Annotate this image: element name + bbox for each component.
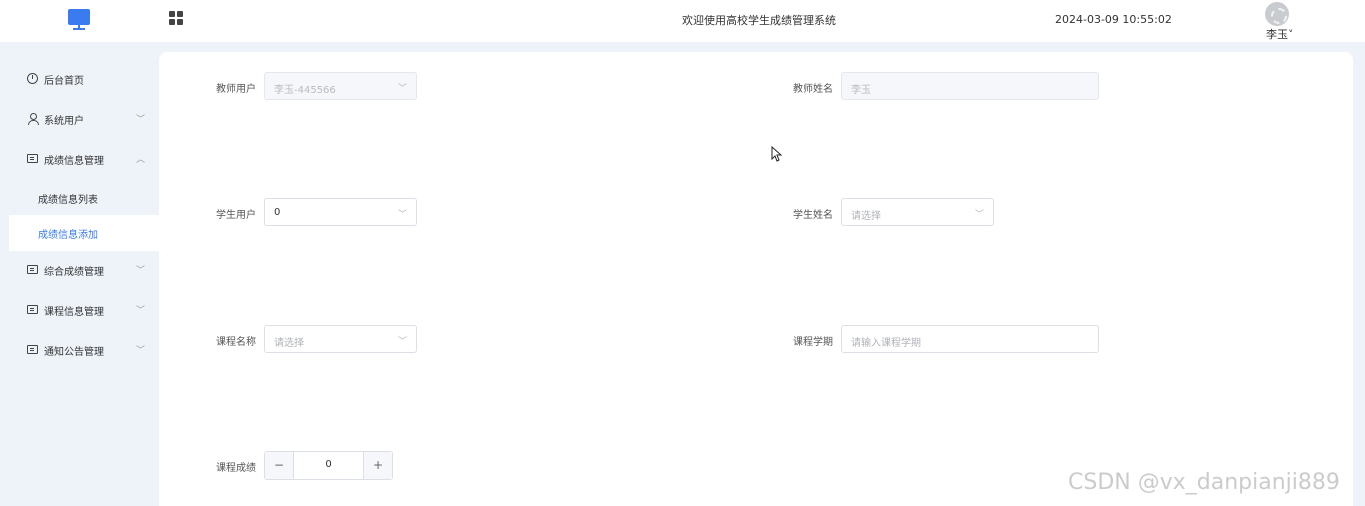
teacher-name-field: 李玉 — [841, 72, 1099, 100]
monitor-icon[interactable] — [68, 9, 90, 31]
course-name-select[interactable]: 请选择 ﹀ — [264, 325, 417, 353]
sidebar-item-overall-grades[interactable]: 综合成绩管理 ﹀ — [0, 251, 159, 291]
sidebar-item-grades[interactable]: 成绩信息管理 ︿ — [0, 140, 159, 180]
sidebar-item-label: 通知公告管理 — [44, 347, 104, 358]
course-term-label: 课程学期 — [793, 337, 833, 348]
student-name-label: 学生姓名 — [793, 210, 833, 221]
chevron-down-icon: ﹀ — [136, 115, 146, 125]
course-term-input[interactable]: 请输入课程学期 — [841, 325, 1099, 353]
card-icon — [27, 154, 38, 163]
sidebar-item-label: 后台首页 — [44, 76, 84, 87]
course-score-stepper: − 0 + — [264, 451, 393, 480]
sidebar-subitem-label: 成绩信息列表 — [38, 195, 98, 206]
user-icon — [27, 113, 39, 125]
teacher-user-value: 李玉-445566 — [274, 85, 336, 96]
sidebar-item-label: 综合成绩管理 — [44, 267, 104, 278]
top-bar: 欢迎使用高校学生成绩管理系统 2024-03-09 10:55:02 李玉˅ — [0, 0, 1365, 42]
chevron-down-icon: ﹀ — [136, 306, 146, 316]
course-name-label: 课程名称 — [216, 337, 256, 348]
chevron-up-icon: ︿ — [136, 155, 146, 165]
sidebar-subitem-label: 成绩信息添加 — [38, 230, 98, 241]
watermark: CSDN @vx_danpianji889 — [1068, 470, 1340, 495]
chevron-down-icon: ﹀ — [136, 266, 146, 276]
student-name-placeholder: 请选择 — [851, 211, 881, 222]
student-user-label: 学生用户 — [216, 210, 256, 221]
sidebar-subitem-grade-list[interactable]: 成绩信息列表 — [9, 180, 159, 216]
increment-button[interactable]: + — [363, 452, 392, 479]
grid-icon[interactable] — [169, 11, 184, 26]
page-title: 欢迎使用高校学生成绩管理系统 — [682, 14, 836, 27]
form-panel — [159, 52, 1353, 506]
teacher-user-select: 李玉-445566 ﹀ — [264, 72, 417, 100]
sidebar: 后台首页 系统用户 ﹀ 成绩信息管理 ︿ 成绩信息列表 成绩信息添加 综合成绩管… — [0, 42, 159, 506]
sidebar-item-dashboard[interactable]: 后台首页 — [0, 60, 159, 100]
datetime-display: 2024-03-09 10:55:02 — [1055, 13, 1172, 26]
chevron-down-icon: ﹀ — [397, 84, 407, 94]
clock-icon — [27, 73, 38, 84]
sidebar-item-label: 课程信息管理 — [44, 307, 104, 318]
course-score-input[interactable]: 0 — [294, 459, 363, 470]
teacher-name-value: 李玉 — [851, 85, 871, 96]
teacher-user-label: 教师用户 — [216, 84, 256, 95]
sidebar-item-notices[interactable]: 通知公告管理 ﹀ — [0, 331, 159, 371]
sidebar-item-courses[interactable]: 课程信息管理 ﹀ — [0, 291, 159, 331]
avatar[interactable] — [1265, 2, 1289, 26]
student-user-value: 0 — [274, 207, 281, 218]
user-menu[interactable]: 李玉˅ — [1266, 26, 1294, 42]
chevron-down-icon: ﹀ — [397, 210, 407, 220]
teacher-name-label: 教师姓名 — [793, 84, 833, 95]
sidebar-item-system-users[interactable]: 系统用户 ﹀ — [0, 100, 159, 140]
card-icon — [27, 265, 38, 274]
sidebar-item-label: 系统用户 — [44, 116, 84, 127]
chevron-down-icon: ﹀ — [397, 337, 407, 347]
student-name-select[interactable]: 请选择 ﹀ — [841, 198, 994, 226]
decrement-button[interactable]: − — [265, 452, 294, 479]
course-name-placeholder: 请选择 — [274, 338, 304, 349]
course-term-placeholder: 请输入课程学期 — [851, 338, 921, 349]
sidebar-item-label: 成绩信息管理 — [44, 156, 104, 167]
card-icon — [27, 305, 38, 314]
course-score-label: 课程成绩 — [216, 463, 256, 474]
chevron-down-icon: ﹀ — [136, 346, 146, 356]
chevron-down-icon: ﹀ — [974, 210, 984, 220]
sidebar-subitem-grade-add[interactable]: 成绩信息添加 — [9, 215, 159, 251]
card-icon — [27, 345, 38, 354]
student-user-select[interactable]: 0 ﹀ — [264, 198, 417, 226]
